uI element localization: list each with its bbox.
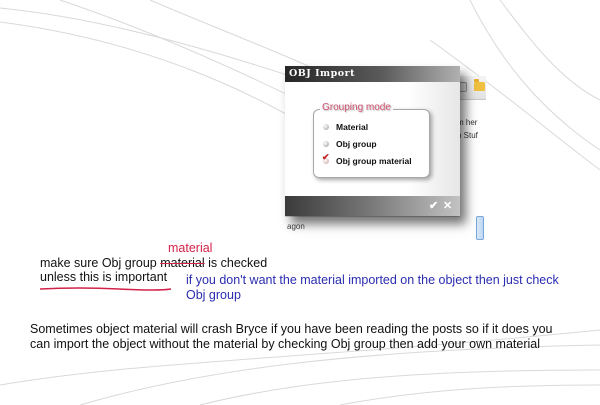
radio-label: Obj group material xyxy=(336,156,412,166)
instruction-prefix: make sure Obj group xyxy=(40,256,161,270)
struck-word: material xyxy=(160,256,205,270)
radio-icon xyxy=(323,124,329,130)
grouping-mode-label: Grouping mode xyxy=(320,102,393,113)
instruction-suffix: is checked xyxy=(204,256,268,270)
radio-label: Obj group xyxy=(336,139,377,149)
background-text: n Stuf xyxy=(457,131,478,140)
check-icon[interactable]: ✔ xyxy=(429,198,438,214)
background-strip: agon xyxy=(285,216,460,238)
radio-material[interactable]: Material xyxy=(323,122,368,132)
background-text: m her xyxy=(457,118,478,127)
background-text: agon xyxy=(287,222,305,231)
obj-import-screenshot: m her n Stuf agon OBJ Import Grouping mo… xyxy=(285,66,486,240)
dialog-title: OBJ Import xyxy=(285,66,460,82)
dialog-footer: ✔ ✕ xyxy=(285,196,460,216)
obj-import-dialog: OBJ Import Grouping mode Material Obj gr… xyxy=(285,66,460,216)
explanation-paragraph: Sometimes object material will crash Bry… xyxy=(30,322,553,351)
background-scrollbar xyxy=(476,216,484,240)
exception-line: unless this is important xyxy=(40,270,168,284)
radio-obj-group[interactable]: Obj group xyxy=(323,139,377,149)
radio-obj-group-material[interactable]: ✔ Obj group material xyxy=(322,152,412,166)
radio-label: Material xyxy=(336,122,369,132)
red-underline xyxy=(39,287,172,291)
blue-note-line-2: Obj group xyxy=(186,288,241,302)
blue-note-line-1: if you don't want the material imported … xyxy=(186,273,559,287)
inserted-word: material xyxy=(168,241,213,255)
close-icon[interactable]: ✕ xyxy=(443,198,452,214)
instruction-line: make sure Obj group material is checked xyxy=(40,256,267,270)
folder-icon xyxy=(474,79,485,91)
dialog-body: Grouping mode Material Obj group ✔ Obj gr… xyxy=(285,82,460,196)
radio-icon xyxy=(323,141,329,147)
check-mark-icon: ✔ xyxy=(322,152,330,162)
